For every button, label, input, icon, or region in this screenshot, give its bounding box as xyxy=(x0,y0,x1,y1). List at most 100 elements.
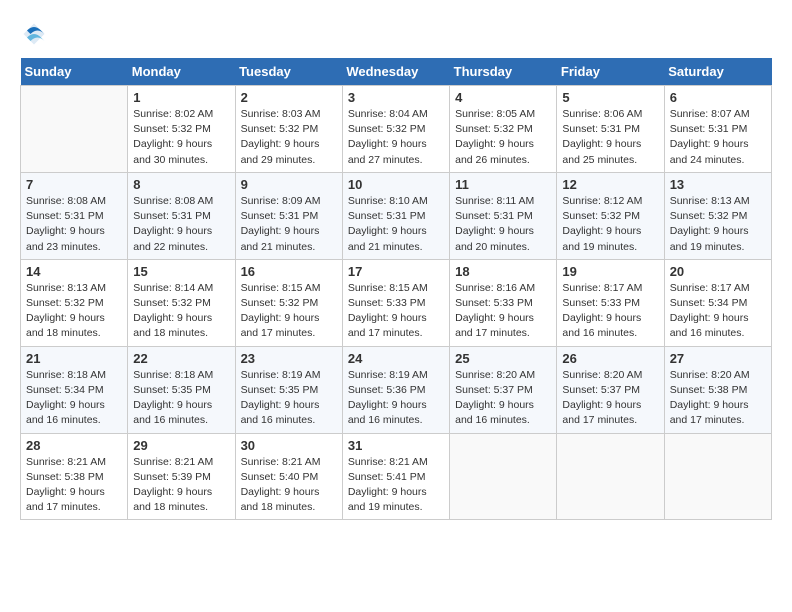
day-number: 21 xyxy=(26,351,122,366)
day-info: Sunrise: 8:11 AMSunset: 5:31 PMDaylight:… xyxy=(455,194,551,255)
calendar-cell: 24Sunrise: 8:19 AMSunset: 5:36 PMDayligh… xyxy=(342,346,449,433)
calendar-cell xyxy=(450,433,557,520)
day-info: Sunrise: 8:21 AMSunset: 5:41 PMDaylight:… xyxy=(348,455,444,516)
day-info: Sunrise: 8:10 AMSunset: 5:31 PMDaylight:… xyxy=(348,194,444,255)
day-info: Sunrise: 8:19 AMSunset: 5:35 PMDaylight:… xyxy=(241,368,337,429)
day-info: Sunrise: 8:21 AMSunset: 5:38 PMDaylight:… xyxy=(26,455,122,516)
day-number: 15 xyxy=(133,264,229,279)
weekday-header-wednesday: Wednesday xyxy=(342,58,449,86)
calendar-cell xyxy=(557,433,664,520)
logo xyxy=(20,20,50,48)
weekday-header-tuesday: Tuesday xyxy=(235,58,342,86)
calendar-cell: 12 Sunrise: 8:12 AMSunset: 5:32 PMDayligh… xyxy=(557,172,664,259)
calendar-cell: 10 Sunrise: 8:10 AMSunset: 5:31 PMDayligh… xyxy=(342,172,449,259)
day-number: 24 xyxy=(348,351,444,366)
day-number: 20 xyxy=(670,264,766,279)
day-info: Sunrise: 8:21 AMSunset: 5:40 PMDaylight:… xyxy=(241,455,337,516)
calendar-cell: 8 Sunrise: 8:08 AMSunset: 5:31 PMDaylight… xyxy=(128,172,235,259)
calendar-cell: 3 Sunrise: 8:04 AMSunset: 5:32 PMDaylight… xyxy=(342,86,449,173)
calendar-cell: 1Sunrise: 8:02 AMSunset: 5:32 PMDaylight… xyxy=(128,86,235,173)
calendar-cell: 14Sunrise: 8:13 AMSunset: 5:32 PMDayligh… xyxy=(21,259,128,346)
day-info: Sunrise: 8:12 AMSunset: 5:32 PMDaylight:… xyxy=(562,194,658,255)
day-info: Sunrise: 8:09 AMSunset: 5:31 PMDaylight:… xyxy=(241,194,337,255)
calendar-cell: 23 Sunrise: 8:19 AMSunset: 5:35 PMDayligh… xyxy=(235,346,342,433)
calendar-cell: 28 Sunrise: 8:21 AMSunset: 5:38 PMDayligh… xyxy=(21,433,128,520)
weekday-header-sunday: Sunday xyxy=(21,58,128,86)
day-info: Sunrise: 8:15 AMSunset: 5:33 PMDaylight:… xyxy=(348,281,444,342)
day-number: 13 xyxy=(670,177,766,192)
day-number: 16 xyxy=(241,264,337,279)
day-info: Sunrise: 8:18 AMSunset: 5:34 PMDaylight:… xyxy=(26,368,122,429)
calendar-cell: 13 Sunrise: 8:13 AMSunset: 5:32 PMDayligh… xyxy=(664,172,771,259)
calendar-cell: 22Sunrise: 8:18 AMSunset: 5:35 PMDayligh… xyxy=(128,346,235,433)
calendar-cell: 27 Sunrise: 8:20 AMSunset: 5:38 PMDayligh… xyxy=(664,346,771,433)
day-number: 8 xyxy=(133,177,229,192)
weekday-header-thursday: Thursday xyxy=(450,58,557,86)
calendar-cell: 2 Sunrise: 8:03 AMSunset: 5:32 PMDaylight… xyxy=(235,86,342,173)
calendar-cell: 31 Sunrise: 8:21 AMSunset: 5:41 PMDayligh… xyxy=(342,433,449,520)
weekday-header-monday: Monday xyxy=(128,58,235,86)
day-number: 18 xyxy=(455,264,551,279)
calendar-table: SundayMondayTuesdayWednesdayThursdayFrid… xyxy=(20,58,772,520)
day-number: 25 xyxy=(455,351,551,366)
day-number: 31 xyxy=(348,438,444,453)
day-number: 3 xyxy=(348,90,444,105)
calendar-cell: 21 Sunrise: 8:18 AMSunset: 5:34 PMDayligh… xyxy=(21,346,128,433)
calendar-cell: 26Sunrise: 8:20 AMSunset: 5:37 PMDayligh… xyxy=(557,346,664,433)
calendar-week-4: 21 Sunrise: 8:18 AMSunset: 5:34 PMDayligh… xyxy=(21,346,772,433)
day-info: Sunrise: 8:20 AMSunset: 5:38 PMDaylight:… xyxy=(670,368,766,429)
day-number: 2 xyxy=(241,90,337,105)
calendar-header-row: SundayMondayTuesdayWednesdayThursdayFrid… xyxy=(21,58,772,86)
calendar-cell: 15 Sunrise: 8:14 AMSunset: 5:32 PMDayligh… xyxy=(128,259,235,346)
calendar-cell: 25 Sunrise: 8:20 AMSunset: 5:37 PMDayligh… xyxy=(450,346,557,433)
day-number: 17 xyxy=(348,264,444,279)
day-info: Sunrise: 8:21 AMSunset: 5:39 PMDaylight:… xyxy=(133,455,229,516)
calendar-cell: 29 Sunrise: 8:21 AMSunset: 5:39 PMDayligh… xyxy=(128,433,235,520)
calendar-cell: 19Sunrise: 8:17 AMSunset: 5:33 PMDayligh… xyxy=(557,259,664,346)
day-info: Sunrise: 8:20 AMSunset: 5:37 PMDaylight:… xyxy=(455,368,551,429)
logo-icon xyxy=(20,20,48,48)
day-number: 27 xyxy=(670,351,766,366)
day-number: 7 xyxy=(26,177,122,192)
page-header xyxy=(20,20,772,48)
calendar-week-3: 14Sunrise: 8:13 AMSunset: 5:32 PMDayligh… xyxy=(21,259,772,346)
day-number: 23 xyxy=(241,351,337,366)
day-info: Sunrise: 8:15 AMSunset: 5:32 PMDaylight:… xyxy=(241,281,337,342)
day-info: Sunrise: 8:06 AMSunset: 5:31 PMDaylight:… xyxy=(562,107,658,168)
day-number: 22 xyxy=(133,351,229,366)
calendar-cell: 6 Sunrise: 8:07 AMSunset: 5:31 PMDaylight… xyxy=(664,86,771,173)
day-info: Sunrise: 8:13 AMSunset: 5:32 PMDaylight:… xyxy=(26,281,122,342)
day-info: Sunrise: 8:17 AMSunset: 5:34 PMDaylight:… xyxy=(670,281,766,342)
day-number: 6 xyxy=(670,90,766,105)
day-number: 12 xyxy=(562,177,658,192)
day-info: Sunrise: 8:03 AMSunset: 5:32 PMDaylight:… xyxy=(241,107,337,168)
day-info: Sunrise: 8:08 AMSunset: 5:31 PMDaylight:… xyxy=(26,194,122,255)
calendar-cell: 20 Sunrise: 8:17 AMSunset: 5:34 PMDayligh… xyxy=(664,259,771,346)
day-info: Sunrise: 8:08 AMSunset: 5:31 PMDaylight:… xyxy=(133,194,229,255)
day-number: 30 xyxy=(241,438,337,453)
day-info: Sunrise: 8:07 AMSunset: 5:31 PMDaylight:… xyxy=(670,107,766,168)
day-number: 29 xyxy=(133,438,229,453)
calendar-cell: 17 Sunrise: 8:15 AMSunset: 5:33 PMDayligh… xyxy=(342,259,449,346)
calendar-cell: 18 Sunrise: 8:16 AMSunset: 5:33 PMDayligh… xyxy=(450,259,557,346)
day-info: Sunrise: 8:04 AMSunset: 5:32 PMDaylight:… xyxy=(348,107,444,168)
calendar-cell: 30 Sunrise: 8:21 AMSunset: 5:40 PMDayligh… xyxy=(235,433,342,520)
day-number: 10 xyxy=(348,177,444,192)
weekday-header-saturday: Saturday xyxy=(664,58,771,86)
day-number: 28 xyxy=(26,438,122,453)
day-info: Sunrise: 8:14 AMSunset: 5:32 PMDaylight:… xyxy=(133,281,229,342)
calendar-cell xyxy=(21,86,128,173)
day-info: Sunrise: 8:13 AMSunset: 5:32 PMDaylight:… xyxy=(670,194,766,255)
day-info: Sunrise: 8:05 AMSunset: 5:32 PMDaylight:… xyxy=(455,107,551,168)
weekday-header-friday: Friday xyxy=(557,58,664,86)
calendar-week-5: 28 Sunrise: 8:21 AMSunset: 5:38 PMDayligh… xyxy=(21,433,772,520)
day-number: 4 xyxy=(455,90,551,105)
day-info: Sunrise: 8:16 AMSunset: 5:33 PMDaylight:… xyxy=(455,281,551,342)
calendar-week-1: 1Sunrise: 8:02 AMSunset: 5:32 PMDaylight… xyxy=(21,86,772,173)
calendar-cell: 11 Sunrise: 8:11 AMSunset: 5:31 PMDayligh… xyxy=(450,172,557,259)
calendar-cell: 9Sunrise: 8:09 AMSunset: 5:31 PMDaylight… xyxy=(235,172,342,259)
calendar-cell xyxy=(664,433,771,520)
calendar-cell: 4 Sunrise: 8:05 AMSunset: 5:32 PMDaylight… xyxy=(450,86,557,173)
day-number: 11 xyxy=(455,177,551,192)
day-info: Sunrise: 8:17 AMSunset: 5:33 PMDaylight:… xyxy=(562,281,658,342)
